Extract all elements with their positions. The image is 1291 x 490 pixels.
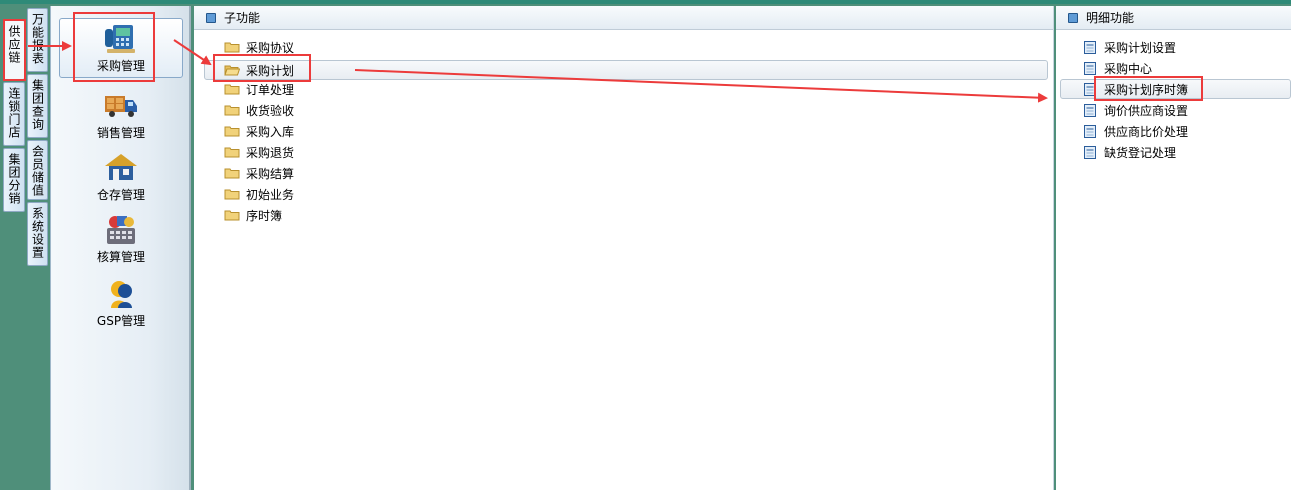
tab-system-settings-label: 系统设置 [30, 207, 45, 259]
folder-icon [224, 168, 240, 179]
sub-function-title: 子功能 [224, 11, 261, 25]
tab-member-deposit-label: 会员储值 [30, 145, 45, 197]
truck-icon [105, 96, 137, 117]
detail-item-supplier-price-comparison[interactable]: 供应商比价处理 [1084, 121, 1188, 141]
document-icon [1084, 124, 1096, 138]
header-square-icon [206, 12, 216, 23]
sub-item-receiving-inspection[interactable]: 收货验收 [224, 100, 294, 120]
detail-item-label: 采购计划设置 [1104, 40, 1177, 55]
sub-item-purchase-plan[interactable]: 采购计划 [204, 60, 1048, 80]
sub-item-purchase-inbound[interactable]: 采购入库 [224, 121, 294, 141]
module-gsp-label: GSP管理 [96, 314, 146, 328]
detail-item-label: 询价供应商设置 [1104, 103, 1189, 118]
tab-group-distribution[interactable]: 集团分销 [3, 148, 25, 212]
tab-member-deposit[interactable]: 会员储值 [27, 140, 48, 200]
module-accounting[interactable]: 核算管理 [59, 210, 183, 270]
document-icon [1084, 82, 1096, 96]
detail-item-purchase-center[interactable]: 采购中心 [1084, 58, 1152, 78]
document-icon [1084, 145, 1096, 159]
folder-icon [224, 126, 240, 137]
folder-icon [224, 189, 240, 200]
module-sales[interactable]: 销售管理 [59, 86, 183, 146]
detail-item-shortage-registration[interactable]: 缺货登记处理 [1084, 142, 1176, 162]
module-purchase-label: 采购管理 [96, 59, 145, 73]
sub-function-header: 子功能 [194, 6, 1053, 30]
sub-item-label: 收货验收 [246, 103, 295, 118]
detail-function-title: 明细功能 [1086, 11, 1135, 25]
tab-universal-report-label: 万能报表 [30, 13, 45, 65]
folder-icon [224, 210, 240, 221]
module-accounting-label: 核算管理 [96, 250, 145, 264]
folder-icon [224, 147, 240, 158]
sub-item-purchase-agreement[interactable]: 采购协议 [224, 37, 294, 57]
module-panel: 采购管理 销售管理 仓存管理 核算管理 GSP管理 [50, 6, 191, 490]
sub-item-label: 序时簿 [246, 208, 283, 223]
document-icon [1084, 61, 1096, 75]
sub-item-order-processing[interactable]: 订单处理 [224, 79, 294, 99]
tab-supply-chain-label: 供应链 [7, 25, 21, 64]
module-gsp[interactable]: GSP管理 [59, 274, 183, 334]
detail-item-plan-journal[interactable]: 采购计划序时簿 [1060, 79, 1291, 99]
module-warehouse[interactable]: 仓存管理 [59, 148, 183, 208]
sub-item-purchase-return[interactable]: 采购退货 [224, 142, 294, 162]
module-warehouse-label: 仓存管理 [96, 188, 145, 202]
sub-item-label: 采购计划 [246, 63, 295, 78]
folder-open-icon [224, 65, 240, 76]
sub-item-label: 采购入库 [246, 124, 295, 139]
folder-icon [224, 42, 240, 53]
module-sales-label: 销售管理 [96, 126, 145, 140]
purchase-icon [105, 25, 135, 53]
tab-universal-report[interactable]: 万能报表 [27, 8, 48, 72]
detail-item-label: 供应商比价处理 [1104, 124, 1189, 139]
detail-item-inquiry-supplier-settings[interactable]: 询价供应商设置 [1084, 100, 1188, 120]
document-icon [1084, 40, 1096, 54]
document-icon [1084, 103, 1096, 117]
tab-group-query[interactable]: 集团查询 [27, 74, 48, 138]
sub-item-label: 采购结算 [246, 166, 295, 181]
tab-group-query-label: 集团查询 [30, 79, 45, 131]
tab-system-settings[interactable]: 系统设置 [27, 202, 48, 266]
sub-item-initial-business[interactable]: 初始业务 [224, 184, 294, 204]
detail-item-plan-settings[interactable]: 采购计划设置 [1084, 37, 1176, 57]
detail-item-label: 缺货登记处理 [1104, 145, 1177, 160]
window-top-bar [0, 0, 1291, 4]
module-purchase[interactable]: 采购管理 [59, 18, 183, 78]
tab-group-distribution-label: 集团分销 [7, 153, 21, 205]
tab-chain-store-label: 连锁门店 [7, 87, 21, 139]
warehouse-icon [105, 154, 137, 180]
detail-item-label: 采购中心 [1104, 61, 1153, 76]
sub-item-purchase-settlement[interactable]: 采购结算 [224, 163, 294, 183]
header-square-icon [1068, 12, 1078, 23]
sub-item-label: 初始业务 [246, 187, 295, 202]
detail-item-label: 采购计划序时簿 [1104, 82, 1189, 97]
sub-item-journal[interactable]: 序时簿 [224, 205, 282, 225]
sub-item-label: 采购退货 [246, 145, 295, 160]
detail-function-header: 明细功能 [1056, 6, 1291, 30]
tab-chain-store[interactable]: 连锁门店 [3, 82, 25, 146]
folder-icon [224, 84, 240, 95]
sub-item-label: 订单处理 [246, 82, 295, 97]
folder-icon [224, 105, 240, 116]
tab-supply-chain[interactable]: 供应链 [3, 20, 25, 80]
gsp-person-icon [111, 281, 132, 308]
calculator-icon [107, 216, 135, 244]
sub-item-label: 采购协议 [246, 40, 295, 55]
